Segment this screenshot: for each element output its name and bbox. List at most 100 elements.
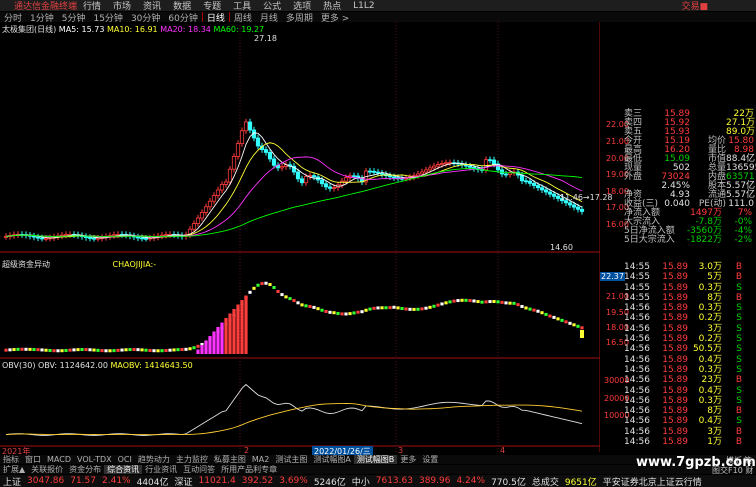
period-tab-1[interactable]: 1分钟 — [26, 12, 58, 23]
tick-time: 14:56 — [624, 406, 650, 417]
period-tab-7[interactable]: 周线 — [230, 12, 256, 23]
indicator1-dot — [108, 349, 112, 353]
tick-price: 15.89 — [662, 292, 688, 303]
info-tab-1[interactable]: 关联报价 — [28, 465, 66, 474]
tick-time: 14:56 — [624, 375, 650, 386]
indicator1-dot — [408, 307, 412, 311]
candle-body — [63, 234, 69, 236]
menu-l1l2[interactable]: L1L2 — [347, 1, 380, 11]
menu-hangqing[interactable]: 行情 — [77, 0, 107, 11]
period-tab-5[interactable]: 60分钟 — [164, 12, 201, 23]
ma-line-60 — [5, 168, 583, 237]
info-tab-0[interactable]: 扩展▲ — [0, 465, 28, 474]
indicator1-dot — [576, 324, 580, 328]
index-name[interactable]: 总成交 — [529, 475, 562, 487]
indicator-tab-8[interactable]: MA2 — [249, 455, 272, 464]
tick-row: 14:55 15.89 5万 B — [624, 272, 756, 282]
menu-gongju[interactable]: 工具 — [227, 0, 257, 11]
indicator1-dot — [436, 303, 440, 307]
indicator-tab-10[interactable]: 测试幅图A — [310, 455, 353, 464]
index-name[interactable]: 深证 — [172, 475, 196, 487]
indicator1-dot — [140, 348, 144, 352]
indicator-tab-4[interactable]: OCI — [115, 455, 135, 464]
tick-price: 15.89 — [662, 437, 688, 448]
index-change: 71.57 — [70, 476, 96, 486]
index-pct: 4.24% — [456, 476, 486, 486]
indicator-tab-7[interactable]: 私募主图 — [211, 455, 249, 464]
indicator1-dot — [24, 347, 28, 351]
tick-volume: 0.3万 — [698, 282, 722, 293]
menu-zhuanti[interactable]: 专题 — [197, 0, 227, 11]
info-tab-4[interactable]: 行业资讯 — [142, 465, 180, 474]
indicator1-dot — [172, 348, 176, 352]
chart-area[interactable] — [0, 22, 600, 452]
indicator1-dot — [72, 348, 76, 352]
indicator1-dot — [36, 348, 40, 352]
menu-xuanxiang[interactable]: 选项 — [287, 0, 317, 11]
info-tab-3[interactable]: 综合资讯 — [104, 465, 143, 474]
tick-row: 14:56 15.89 0.2万 S — [624, 313, 756, 323]
indicator1-dot — [468, 299, 472, 303]
period-tab-3[interactable]: 15分钟 — [89, 12, 126, 23]
indicator-tab-3[interactable]: VOL-TDX — [74, 455, 115, 464]
indicator1-dot — [400, 306, 404, 310]
index-value: 7613.63 — [375, 476, 413, 486]
tick-row: 14:56 15.89 1万 B — [624, 437, 756, 447]
tick-volume: 8万 — [707, 292, 722, 303]
candle-body — [39, 237, 45, 240]
candle-body — [247, 121, 253, 131]
period-tab-8[interactable]: 月线 — [256, 12, 282, 23]
indicator-tab-9[interactable]: 测试主图 — [272, 455, 310, 464]
period-tab-4[interactable]: 30分钟 — [127, 12, 164, 23]
index-name[interactable]: 上证 — [0, 475, 24, 487]
candle-body — [423, 169, 429, 173]
x-axis-tick-3: 3 — [398, 446, 404, 455]
tick-price: 15.89 — [662, 334, 688, 345]
info-tab-2[interactable]: 资金分布 — [66, 465, 104, 474]
indicator-tab-6[interactable]: 主力监控 — [173, 455, 211, 464]
indicator1-dot — [52, 349, 56, 353]
indicator1-dot — [120, 348, 124, 352]
indicator1-dot — [452, 299, 456, 303]
indicator-tab-2[interactable]: MACD — [44, 455, 74, 464]
candle-body — [43, 237, 49, 240]
indicator-tab-5[interactable]: 趋势动力 — [135, 455, 173, 464]
menu-gongshi[interactable]: 公式 — [257, 0, 287, 11]
indicator1-dot — [268, 283, 272, 287]
period-tab-0[interactable]: 分时 — [0, 12, 26, 23]
tick-time: 14:55 — [624, 272, 650, 283]
indicator1-dot — [328, 310, 332, 314]
indicator1-dot — [444, 301, 448, 305]
indicator1-bar — [208, 336, 212, 354]
menu-shuju[interactable]: 数据 — [167, 0, 197, 11]
tick-list[interactable]: 14:55 15.89 3.0万 B 14:55 15.89 5万 B 14:55 15.89 0.… — [624, 262, 756, 447]
period-tab-2[interactable]: 5分钟 — [58, 12, 90, 23]
index-name[interactable]: 中小 — [349, 475, 373, 487]
trade-button[interactable]: 交易■ — [681, 0, 708, 11]
menu-zixun[interactable]: 资讯 — [137, 0, 167, 11]
period-tab-9[interactable]: 多周期 — [282, 12, 317, 23]
info-tab-5[interactable]: 互动问答 — [180, 465, 218, 474]
indicator-tab-12[interactable]: 更多 — [397, 455, 419, 464]
obv-series — [5, 383, 583, 436]
indicator1-dot — [412, 307, 416, 311]
candle-body — [367, 170, 373, 173]
indicator1-dot — [404, 307, 408, 311]
period-tab-10[interactable]: 更多 > — [317, 12, 353, 23]
indicator1-dot — [160, 349, 164, 353]
indicator1-dot — [84, 348, 88, 352]
indicator1-dot — [488, 300, 492, 304]
indicator-tab-13[interactable]: 设置 — [419, 455, 441, 464]
indicator-tab-0[interactable]: 指标 — [0, 455, 22, 464]
menu-shichang[interactable]: 市场 — [107, 0, 137, 11]
indicator-tab-1[interactable]: 窗口 — [22, 455, 44, 464]
candle-body — [391, 176, 397, 179]
info-tab-6[interactable]: 所用产品利专章 — [218, 465, 280, 474]
candle-body — [87, 237, 93, 239]
indicator-tab-11[interactable]: 测试幅图B — [353, 455, 398, 464]
indicator1-dot — [552, 315, 556, 319]
tick-price: 15.89 — [662, 323, 688, 334]
period-tab-6[interactable]: 日线 — [201, 12, 230, 22]
menu-redian[interactable]: 热点 — [317, 0, 347, 11]
tick-row: 14:56 15.89 0.3万 S — [624, 303, 756, 313]
